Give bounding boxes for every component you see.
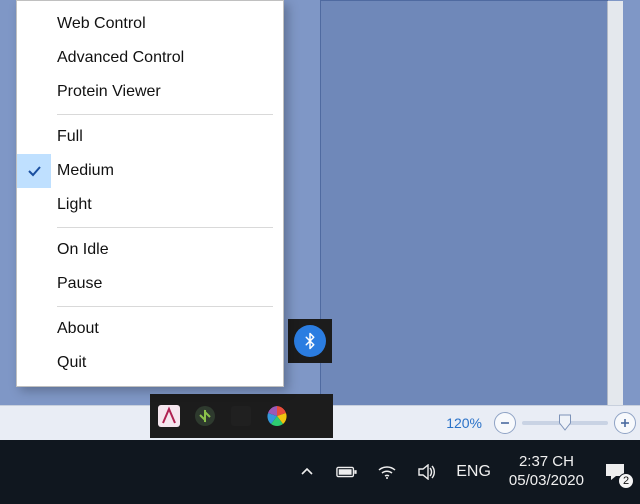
check-icon	[17, 154, 51, 188]
clock[interactable]: 2:37 CH 05/03/2020	[509, 453, 584, 491]
menu-label: Protein Viewer	[57, 83, 161, 101]
menu-label: Web Control	[57, 15, 146, 33]
menu-label: Medium	[57, 162, 114, 180]
zoom-slider-thumb[interactable]	[559, 414, 572, 431]
menu-item-about[interactable]: About	[17, 312, 283, 346]
menu-item-pause[interactable]: Pause	[17, 267, 283, 301]
menu-label: On Idle	[57, 241, 109, 259]
menu-label: Light	[57, 196, 92, 214]
taskbar: ENG 2:37 CH 05/03/2020 2	[0, 440, 640, 504]
tray-popup	[288, 319, 332, 363]
zoom-out-button[interactable]	[494, 412, 516, 434]
menu-label: Quit	[57, 354, 86, 372]
bluetooth-icon[interactable]	[294, 325, 326, 357]
zoom-level-label[interactable]: 120%	[440, 415, 488, 431]
clock-time: 2:37 CH	[509, 453, 584, 472]
menu-item-light[interactable]: Light	[17, 188, 283, 222]
pinned-tray	[150, 394, 333, 438]
menu-item-quit[interactable]: Quit	[17, 346, 283, 380]
zoom-slider[interactable]	[522, 421, 608, 425]
menu-label: Pause	[57, 275, 102, 293]
menu-item-full[interactable]: Full	[17, 120, 283, 154]
menu-separator	[57, 227, 273, 228]
menu-item-on-idle[interactable]: On Idle	[17, 233, 283, 267]
wifi-icon[interactable]	[376, 461, 398, 483]
action-center-icon[interactable]: 2	[602, 461, 628, 483]
tray-expand-icon[interactable]	[296, 461, 318, 483]
tray-app-icon-2[interactable]	[192, 403, 218, 429]
menu-label: Advanced Control	[57, 49, 184, 67]
battery-icon[interactable]	[336, 461, 358, 483]
volume-icon[interactable]	[416, 461, 438, 483]
clock-date: 05/03/2020	[509, 472, 584, 491]
menu-label: About	[57, 320, 99, 338]
notification-badge: 2	[618, 473, 634, 489]
tray-context-menu: Web Control Advanced Control Protein Vie…	[16, 0, 284, 387]
zoom-in-button[interactable]	[614, 412, 636, 434]
scrollbar-thumb[interactable]	[610, 321, 621, 346]
menu-item-protein-viewer[interactable]: Protein Viewer	[17, 75, 283, 109]
tray-app-icon-4[interactable]	[264, 403, 290, 429]
vertical-scrollbar[interactable]	[608, 1, 623, 406]
language-indicator[interactable]: ENG	[456, 463, 491, 481]
menu-item-medium[interactable]: Medium	[17, 154, 283, 188]
menu-item-web-control[interactable]: Web Control	[17, 7, 283, 41]
tray-app-icon-3[interactable]	[228, 403, 254, 429]
tray-app-icon-1[interactable]	[156, 403, 182, 429]
menu-separator	[57, 306, 273, 307]
app-content-pane	[320, 0, 608, 405]
menu-label: Full	[57, 128, 83, 146]
menu-item-advanced-control[interactable]: Advanced Control	[17, 41, 283, 75]
menu-separator	[57, 114, 273, 115]
